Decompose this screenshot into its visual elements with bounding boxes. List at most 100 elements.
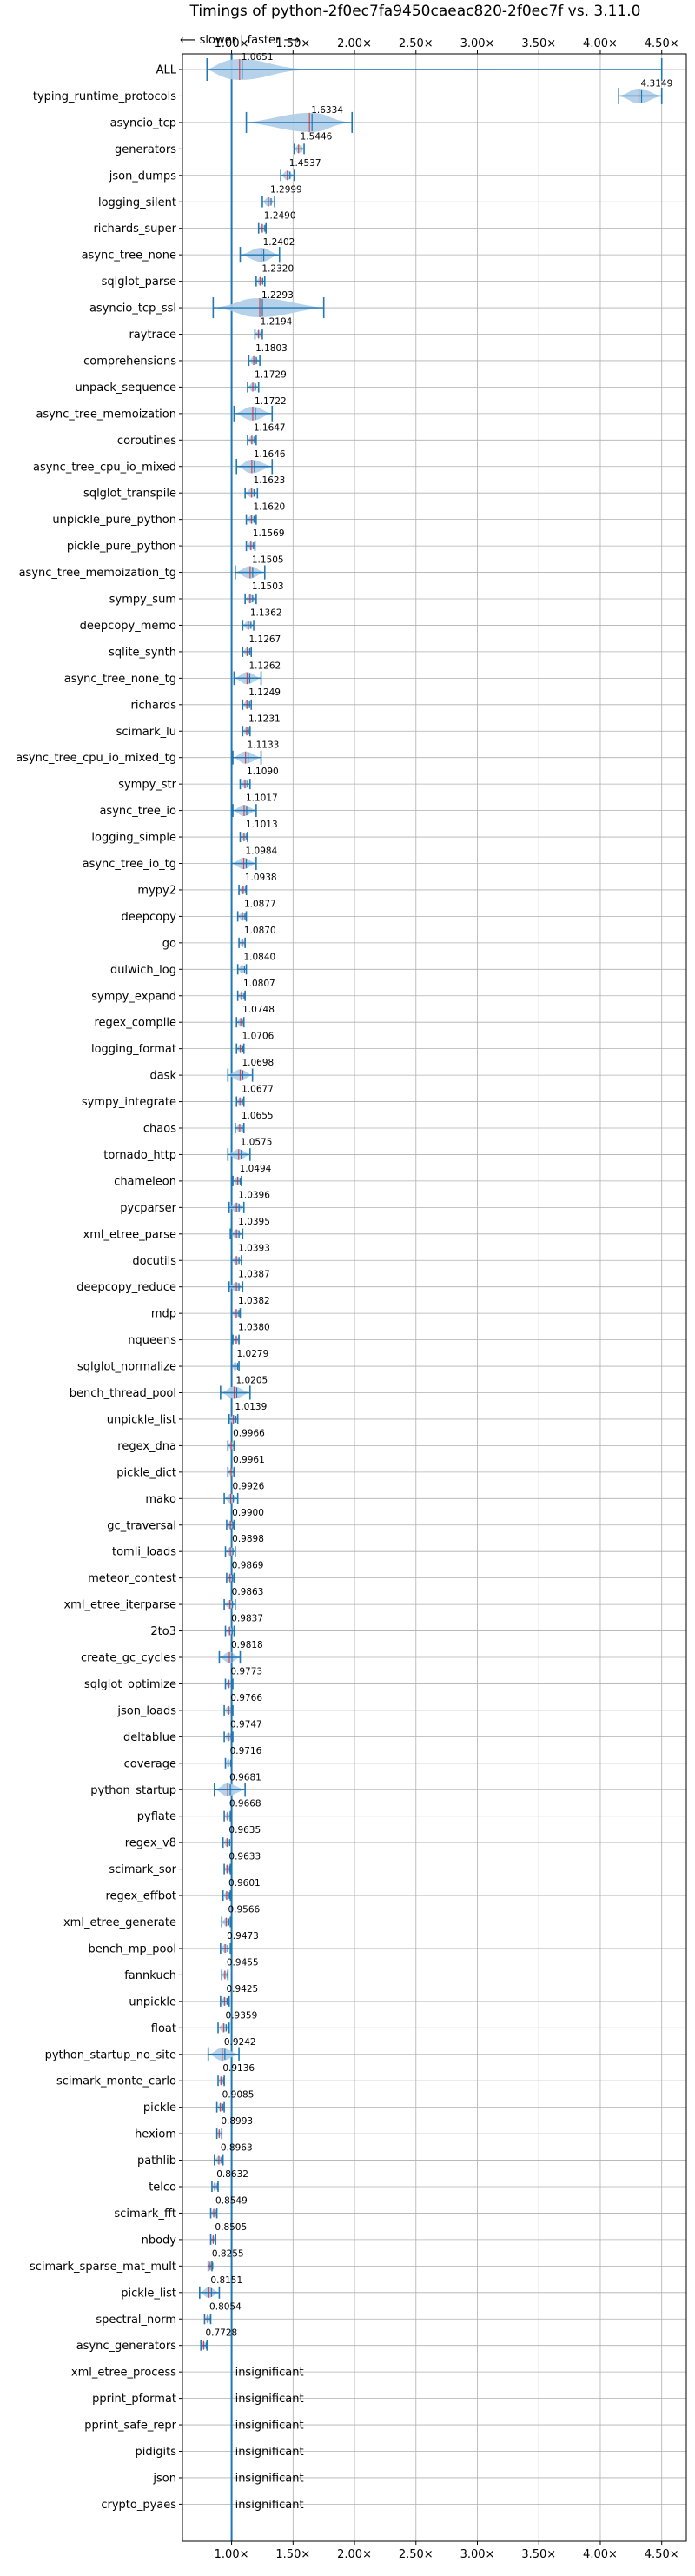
y-tick-label: unpack_sequence <box>75 382 176 395</box>
value-label: 0.9766 <box>230 1693 262 1703</box>
y-tick-label: comprehensions <box>83 355 176 368</box>
y-tick-label: sympy_str <box>118 779 176 792</box>
y-tick-label: async_tree_none <box>82 249 176 262</box>
y-tick-label: unpickle_list <box>107 1413 176 1426</box>
value-label: 0.8993 <box>221 2116 253 2127</box>
value-label: 1.1647 <box>254 422 286 433</box>
y-tick-label: async_tree_memoization_tg <box>19 567 176 580</box>
value-label: 0.9473 <box>227 1931 259 1942</box>
y-tick-label: mypy2 <box>137 884 176 897</box>
y-tick-label: hexiom <box>135 2128 176 2141</box>
y-tick-label: scimark_lu <box>116 726 176 739</box>
y-tick-label: logging_silent <box>98 196 176 209</box>
value-label: 0.9668 <box>229 1799 261 1809</box>
value-label: 0.9961 <box>233 1455 265 1465</box>
y-tick-label: logging_simple <box>91 832 176 845</box>
insignificant-label: insignificant <box>235 2499 304 2512</box>
value-label: 0.8632 <box>216 2169 248 2180</box>
value-label: 0.9681 <box>229 1772 261 1783</box>
y-tick-label: bench_thread_pool <box>70 1387 176 1400</box>
y-tick-label: sympy_integrate <box>82 1096 176 1109</box>
value-label: 1.0877 <box>244 899 276 909</box>
value-label: 0.9869 <box>232 1561 264 1571</box>
value-label: 1.2999 <box>270 184 302 195</box>
y-tick-label: richards <box>131 699 177 712</box>
y-tick-label: sympy_expand <box>91 990 176 1003</box>
value-label: 1.0575 <box>241 1137 273 1147</box>
value-label: 0.9837 <box>231 1614 263 1624</box>
value-label: 0.9633 <box>228 1852 261 1862</box>
y-tick-label: nqueens <box>128 1334 176 1347</box>
y-tick-label: pidigits <box>136 2446 177 2459</box>
insignificant-label: insignificant <box>235 2420 304 2433</box>
y-tick-label: json <box>152 2472 176 2485</box>
value-label: 1.1620 <box>254 502 286 513</box>
value-label: 1.5446 <box>301 131 333 142</box>
value-label: 1.0382 <box>238 1296 270 1306</box>
x-tick-label-bottom: 1.50× <box>275 2548 310 2561</box>
value-label: 0.9425 <box>226 1984 258 1995</box>
value-label: 0.9136 <box>222 2063 255 2074</box>
value-label: 0.9359 <box>226 2010 258 2021</box>
y-tick-label: docutils <box>132 1255 176 1268</box>
value-label: 0.9863 <box>232 1587 264 1597</box>
y-tick-label: deepcopy_reduce <box>76 1281 176 1294</box>
y-tick-label: async_tree_io_tg <box>83 858 176 871</box>
value-label: 1.1503 <box>252 581 284 592</box>
value-label: 0.9635 <box>228 1825 261 1836</box>
x-tick-label-bottom: 2.50× <box>399 2548 434 2561</box>
y-tick-label: sqlglot_parse <box>102 276 176 289</box>
value-label: 1.0279 <box>237 1349 269 1359</box>
y-tick-label: sqlglot_normalize <box>77 1361 176 1374</box>
y-tick-label: go <box>162 937 176 950</box>
value-label: 1.0706 <box>242 1032 275 1042</box>
y-tick-label: pickle_dict <box>116 1466 176 1479</box>
insignificant-label: insignificant <box>235 2393 304 2406</box>
value-label: 0.9085 <box>222 2090 255 2101</box>
value-label: 1.1722 <box>255 396 287 407</box>
chart-svg: Timings of python-2f0ec7fa9450caeac820-2… <box>16 3 687 2561</box>
labels-layer: 1.00× 1.00× 1.50× 1.50× 2.00× 2.00× 2.50× 2.50×… <box>16 37 678 2561</box>
value-label: 1.0840 <box>243 952 275 962</box>
value-label: 1.1646 <box>254 449 286 460</box>
x-tick-label-top: 2.00× <box>337 37 372 50</box>
value-label: 0.8151 <box>210 2275 242 2286</box>
y-tick-label: json_dumps <box>109 169 176 183</box>
value-label: 1.2402 <box>263 237 295 248</box>
y-tick-label: sqlite_synth <box>109 646 176 659</box>
y-tick-label: python_startup_no_site <box>45 2048 176 2061</box>
value-label: 1.1017 <box>246 793 278 804</box>
y-tick-label: ALL <box>156 64 177 77</box>
y-tick-label: dulwich_log <box>110 964 176 977</box>
value-label: 1.1249 <box>248 687 281 698</box>
value-label: 0.9455 <box>227 1957 259 1968</box>
y-tick-label: xml_etree_process <box>71 2367 176 2380</box>
y-tick-label: gc_traversal <box>107 1519 176 1532</box>
y-tick-label: xml_etree_parse <box>83 1228 176 1241</box>
y-tick-label: pycparser <box>120 1202 176 1215</box>
y-tick-label: sympy_sum <box>109 594 176 607</box>
value-label: 1.1505 <box>252 555 284 566</box>
value-label: 1.0205 <box>235 1376 268 1386</box>
value-label: 1.0870 <box>244 926 276 936</box>
y-tick-label: spectral_norm <box>96 2314 176 2327</box>
y-tick-label: regex_compile <box>94 1017 176 1030</box>
value-label: 0.9773 <box>230 1666 262 1676</box>
value-label: 1.2490 <box>264 211 296 222</box>
y-tick-label: richards_super <box>93 222 176 236</box>
value-label: 0.8255 <box>212 2248 244 2259</box>
y-tick-label: mako <box>145 1493 176 1506</box>
value-label: 0.9818 <box>231 1640 263 1650</box>
y-tick-label: coverage <box>124 1757 176 1770</box>
y-tick-label: async_generators <box>76 2340 177 2353</box>
value-label: 0.8054 <box>209 2301 242 2312</box>
y-tick-label: crypto_pyaes <box>101 2499 176 2512</box>
x-tick-label-bottom: 1.00× <box>215 2548 249 2561</box>
value-label: 1.2194 <box>261 317 293 328</box>
value-label: 1.0984 <box>246 846 278 857</box>
value-label: 1.1623 <box>254 475 286 486</box>
y-tick-label: fannkuch <box>124 1969 176 1982</box>
value-label: 0.9747 <box>230 1719 262 1730</box>
value-label: 0.9716 <box>230 1746 262 1756</box>
y-tick-label: chaos <box>143 1123 176 1136</box>
